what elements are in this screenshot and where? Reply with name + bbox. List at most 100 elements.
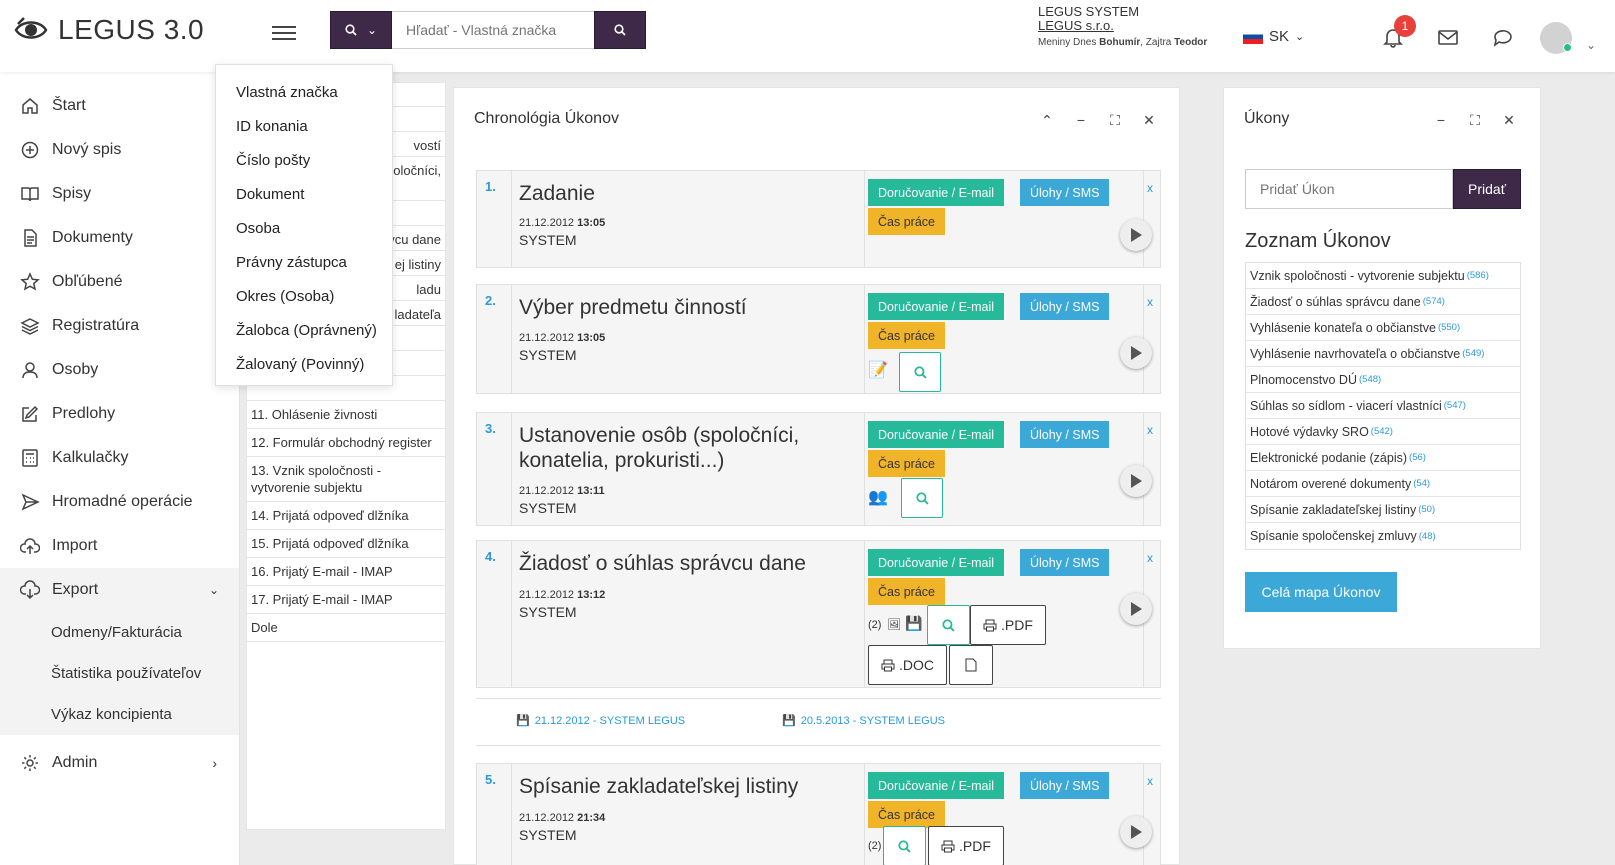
print-pdf-button[interactable]: .PDF	[928, 826, 1004, 865]
sidebar-item-new-file[interactable]: Nový spis	[0, 128, 239, 172]
sidebar-item-persons[interactable]: Osoby	[0, 348, 239, 392]
sidebar-item-import[interactable]: Import	[0, 524, 239, 568]
avatar[interactable]	[1540, 22, 1572, 54]
chat-icon[interactable]	[1492, 26, 1514, 48]
search-type-option[interactable]: Právny zástupca	[216, 245, 392, 279]
company-link[interactable]: LEGUS s.r.o.	[1038, 19, 1207, 33]
language-selector[interactable]: SK ⌄	[1243, 28, 1304, 45]
document-link[interactable]: 💾 20.5.2013 - SYSTEM LEGUS	[782, 714, 945, 728]
list-item[interactable]: 15. Prijatá odpoveď dlžníka	[247, 530, 445, 558]
fullscreen-icon[interactable]: ⛶	[1466, 111, 1484, 129]
mail-icon[interactable]	[1437, 26, 1459, 48]
work-time-tag[interactable]: Čas práce	[868, 322, 945, 349]
tasks-sms-tag[interactable]: Úlohy / SMS	[1020, 549, 1110, 576]
list-item[interactable]: Dole	[247, 614, 445, 642]
chevron-down-icon[interactable]: ⌄	[1586, 38, 1596, 52]
search-type-option[interactable]: Okres (Osoba)	[216, 279, 392, 313]
task-name[interactable]: Žiadosť o súhlas správcu dane	[519, 551, 806, 576]
search-type-option[interactable]: Žalobca (Oprávnený)	[216, 313, 392, 347]
search-type-option[interactable]: Žalovaný (Povinný)	[216, 347, 392, 381]
sidebar-subitem-user-stats[interactable]: Štatistika používateľov	[0, 653, 239, 694]
close-icon[interactable]: ✕	[1140, 111, 1158, 129]
action-list-item[interactable]: Plnomocenstvo DÚ (548)	[1246, 367, 1520, 393]
sidebar-item-start[interactable]: Štart	[0, 84, 239, 128]
tasks-sms-tag[interactable]: Úlohy / SMS	[1020, 421, 1110, 448]
add-action-input[interactable]	[1245, 169, 1453, 209]
work-time-tag[interactable]: Čas práce	[868, 578, 945, 605]
sidebar-item-export[interactable]: Export ⌄	[0, 568, 239, 612]
list-item[interactable]: 14. Prijatá odpoveď dlžníka	[247, 502, 445, 530]
work-time-tag[interactable]: Čas práce	[868, 208, 945, 235]
remove-task-link[interactable]: x	[1147, 181, 1153, 195]
sidebar-item-registry[interactable]: Registratúra	[0, 304, 239, 348]
view-button[interactable]	[883, 826, 926, 865]
remove-task-link[interactable]: x	[1147, 295, 1153, 309]
delivery-email-tag[interactable]: Doručovanie / E-mail	[868, 293, 1005, 320]
list-item[interactable]: 13. Vznik spoločnosti - vytvorenie subje…	[247, 457, 445, 502]
action-list-item[interactable]: Spísanie zakladateľskej listiny (50)	[1246, 497, 1520, 523]
tasks-sms-tag[interactable]: Úlohy / SMS	[1020, 179, 1110, 206]
sidebar-subitem-invoicing[interactable]: Odmeny/Fakturácia	[0, 612, 239, 653]
tasks-sms-tag[interactable]: Úlohy / SMS	[1020, 772, 1110, 799]
play-icon[interactable]	[1120, 816, 1152, 848]
save-icon[interactable]: 💾	[905, 615, 922, 632]
work-time-tag[interactable]: Čas práce	[868, 801, 945, 828]
task-name[interactable]: Ustanovenie osôb (spoločníci, konatelia,…	[519, 423, 849, 473]
action-list-item[interactable]: Žiadosť o súhlas správcu dane (574)	[1246, 289, 1520, 315]
search-type-option[interactable]: Dokument	[216, 177, 392, 211]
play-icon[interactable]	[1120, 593, 1152, 625]
delivery-email-tag[interactable]: Doručovanie / E-mail	[868, 549, 1005, 576]
hamburger-menu-icon[interactable]	[272, 22, 296, 42]
close-icon[interactable]: ✕	[1500, 111, 1518, 129]
tasks-sms-tag[interactable]: Úlohy / SMS	[1020, 293, 1110, 320]
remove-task-link[interactable]: x	[1147, 774, 1153, 788]
action-list-item[interactable]: Vyhlásenie navrhovateľa o občianstve (549…	[1246, 341, 1520, 367]
add-action-button[interactable]: Pridať	[1453, 169, 1521, 209]
task-name[interactable]: Výber predmetu činností	[519, 295, 747, 320]
action-list-item[interactable]: Súhlas so sídlom - viacerí vlastníci (547…	[1246, 393, 1520, 419]
action-list-item[interactable]: Spísanie spoločenskej zmluvy (48)	[1246, 523, 1520, 549]
delivery-email-tag[interactable]: Doručovanie / E-mail	[868, 772, 1005, 799]
sidebar-item-bulk-operations[interactable]: Hromadné operácie	[0, 480, 239, 524]
view-button[interactable]	[927, 605, 970, 645]
work-time-tag[interactable]: Čas práce	[868, 450, 945, 477]
minimize-icon[interactable]: −	[1072, 111, 1090, 129]
pdf-file-icon[interactable]	[949, 645, 993, 685]
delivery-email-tag[interactable]: Doručovanie / E-mail	[868, 421, 1005, 448]
logo[interactable]: LEGUS 3.0	[14, 14, 204, 46]
action-list-item[interactable]: Notárom overené dokumenty (54)	[1246, 471, 1520, 497]
list-item[interactable]: 12. Formulár obchodný register	[247, 429, 445, 457]
search-type-option[interactable]: ID konania	[216, 109, 392, 143]
task-name[interactable]: Spísanie zakladateľskej listiny	[519, 774, 798, 799]
play-icon[interactable]	[1120, 219, 1152, 251]
minimize-icon[interactable]: −	[1432, 111, 1450, 129]
action-list-item[interactable]: Vyhlásenie konateľa o občianstve (550)	[1246, 315, 1520, 341]
action-list-item[interactable]: Elektronické podanie (zápis) (56)	[1246, 445, 1520, 471]
delivery-email-tag[interactable]: Doručovanie / E-mail	[868, 179, 1005, 206]
sidebar-item-calculators[interactable]: Kalkulačky	[0, 436, 239, 480]
search-button[interactable]	[594, 11, 646, 49]
document-link[interactable]: 💾 21.12.2012 - SYSTEM LEGUS	[516, 714, 685, 728]
full-actions-map-button[interactable]: Celá mapa Úkonov	[1245, 572, 1397, 612]
task-name[interactable]: Zadanie	[519, 181, 595, 206]
fullscreen-icon[interactable]: ⛶	[1106, 111, 1124, 129]
remove-task-link[interactable]: x	[1147, 423, 1153, 437]
sidebar-item-files[interactable]: Spisy	[0, 172, 239, 216]
collapse-up-icon[interactable]: ⌃	[1038, 111, 1056, 129]
sidebar-item-favorites[interactable]: Obľúbené	[0, 260, 239, 304]
view-button[interactable]	[901, 478, 943, 518]
search-input[interactable]	[392, 11, 594, 49]
remove-task-link[interactable]: x	[1147, 551, 1153, 565]
list-item[interactable]: 17. Prijatý E-mail - IMAP	[247, 586, 445, 614]
sidebar-item-templates[interactable]: Predlohy	[0, 392, 239, 436]
list-item[interactable]: 11. Ohlásenie živnosti	[247, 401, 445, 429]
list-item[interactable]: 16. Prijatý E-mail - IMAP	[247, 558, 445, 586]
search-type-option[interactable]: Vlastná značka	[216, 75, 392, 109]
search-type-option[interactable]: Číslo pošty	[216, 143, 392, 177]
sidebar-item-documents[interactable]: Dokumenty	[0, 216, 239, 260]
sidebar-subitem-trainee-report[interactable]: Výkaz koncipienta	[0, 694, 239, 735]
action-list-item[interactable]: Vznik spoločnosti - vytvorenie subjektu(…	[1246, 263, 1520, 289]
action-list-item[interactable]: Hotové výdavky SRO (542)	[1246, 419, 1520, 445]
sidebar-item-admin[interactable]: Admin ›	[0, 741, 239, 785]
search-type-option[interactable]: Osoba	[216, 211, 392, 245]
